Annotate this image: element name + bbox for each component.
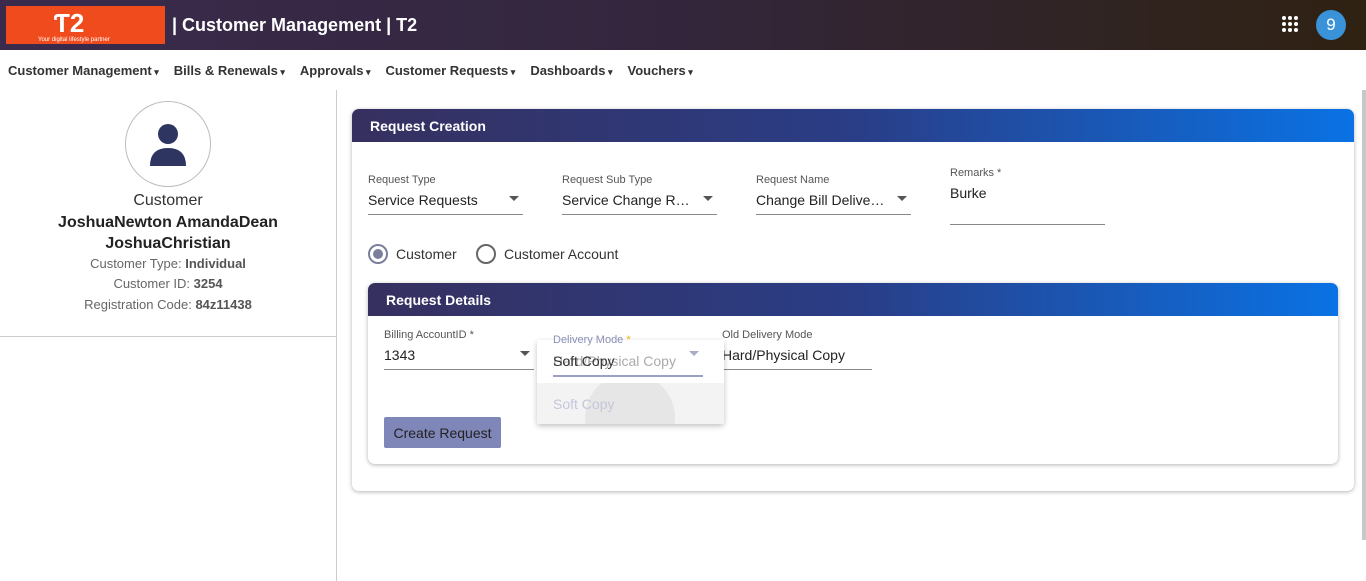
chevron-down-icon (703, 196, 713, 206)
card-title: Request Creation (352, 109, 1354, 142)
chevron-down-icon (509, 196, 519, 206)
nav-approvals[interactable]: Approvals (300, 63, 371, 78)
nav-bills-renewals[interactable]: Bills & Renewals (174, 63, 285, 78)
details-title: Request Details (368, 283, 1338, 316)
create-request-button[interactable]: Create Request (384, 417, 501, 448)
nav-vouchers[interactable]: Vouchers (627, 63, 692, 78)
request-type-select[interactable]: Request Type Service Requests (368, 174, 523, 215)
chevron-down-icon (897, 196, 907, 206)
chevron-down-icon (520, 351, 530, 361)
customer-label: Customer (133, 192, 203, 209)
app-header: Ƭ2 Your digital lifestyle partner | Custo… (0, 0, 1366, 50)
request-name-select[interactable]: Request NameChange Bill Delivery Mode (756, 174, 911, 215)
delivery-mode-dropdown[interactable]: Delivery Mode * Hard/Physical Copy Soft C… (537, 334, 724, 424)
app-title: | Customer Management | T2 (172, 14, 418, 35)
radio-customer-account[interactable]: Customer Account (476, 244, 618, 264)
chevron-down-icon (689, 351, 699, 361)
customer-sidebar: Customer JoshuaNewton AmandaDean JoshuaC… (0, 90, 337, 581)
apps-grid-icon[interactable] (1282, 16, 1298, 32)
customer-name: JoshuaNewton AmandaDean JoshuaChristian (58, 213, 278, 252)
remarks-textarea[interactable]: Remarks * Burke (950, 167, 1105, 225)
t2-logo[interactable]: Ƭ2 Your digital lifestyle partner (6, 6, 165, 44)
delivery-mode-label: Delivery Mode * (553, 334, 631, 346)
request-details-card: Request Details Billing AccountID * 1343 … (368, 283, 1338, 464)
user-avatar[interactable]: 9 (1316, 10, 1346, 40)
customer-id: Customer ID: 3254 (113, 276, 223, 291)
radio-customer[interactable]: Customer (368, 244, 457, 264)
request-creation-card: Request Creation Request Type Service Req… (352, 109, 1354, 491)
person-icon (150, 124, 186, 166)
nav-dashboards[interactable]: Dashboards (530, 63, 612, 78)
customer-avatar (125, 101, 211, 187)
nav-customer-management[interactable]: Customer Management (8, 63, 159, 78)
main-nav: Customer Management Bills & Renewals App… (0, 50, 1366, 90)
scrollbar[interactable] (1362, 90, 1366, 540)
customer-type: Customer Type: Individual (90, 255, 246, 271)
old-delivery-mode: Old Delivery Mode Hard/Physical Copy (722, 329, 872, 370)
billing-account-select[interactable]: Billing AccountID * 1343 (384, 329, 534, 370)
request-subtype-select[interactable]: Request Sub TypeService Change Requests (562, 174, 717, 215)
nav-customer-requests[interactable]: Customer Requests (385, 63, 515, 78)
dropdown-option-soft-copy[interactable]: Soft Copy (537, 383, 724, 424)
divider (0, 336, 337, 337)
registration-code: Registration Code: 84z11438 (84, 296, 252, 312)
delivery-mode-value[interactable]: Hard/Physical Copy Soft Copy (553, 353, 703, 377)
